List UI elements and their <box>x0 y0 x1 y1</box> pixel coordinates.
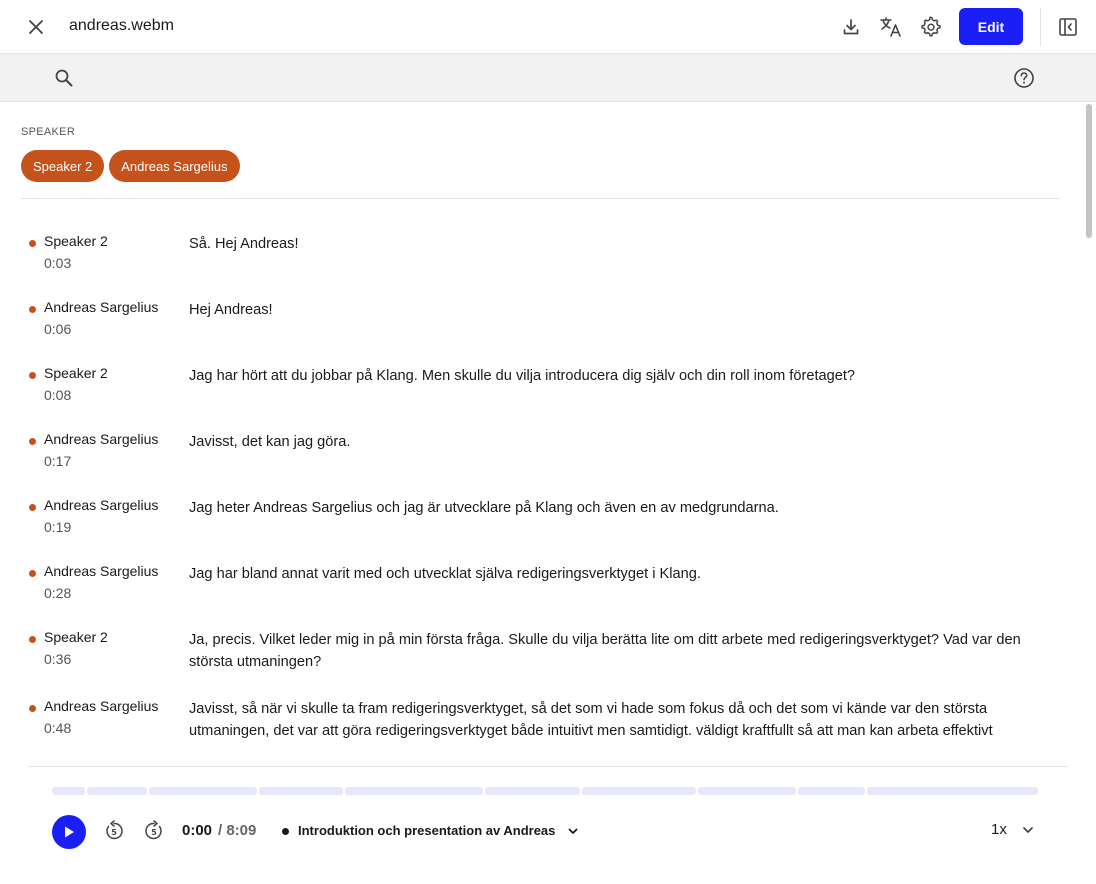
segment-timestamp[interactable]: 0:06 <box>44 321 71 337</box>
search-bar <box>0 54 1096 102</box>
segment-text[interactable]: Jag heter Andreas Sargelius och jag är u… <box>189 497 1064 519</box>
translate-icon[interactable] <box>879 15 903 39</box>
speaker-chip[interactable]: Andreas Sargelius <box>109 150 240 182</box>
timeline-chapter[interactable] <box>87 787 147 795</box>
timeline-chapter[interactable] <box>582 787 696 795</box>
segment-timestamp[interactable]: 0:08 <box>44 387 71 403</box>
segment-timestamp[interactable]: 0:19 <box>44 519 71 535</box>
segment-speaker: Andreas Sargelius <box>44 431 159 447</box>
segment-speaker: Speaker 2 <box>44 233 108 249</box>
transcript-segment: Speaker 2 0:03 Så. Hej Andreas! <box>0 230 1082 296</box>
svg-text:5: 5 <box>111 828 117 837</box>
play-button[interactable] <box>52 815 86 849</box>
play-icon <box>65 826 74 838</box>
rewind-5-icon[interactable]: 5 <box>102 819 126 843</box>
scrollbar-thumb[interactable] <box>1086 104 1092 238</box>
speaker-dot <box>29 438 36 445</box>
timeline-chapter[interactable] <box>149 787 257 795</box>
segment-speaker: Andreas Sargelius <box>44 698 159 714</box>
speaker-dot <box>29 705 36 712</box>
speaker-dot <box>29 504 36 511</box>
timeline-chapter[interactable] <box>345 787 483 795</box>
segment-text[interactable]: Javisst, så när vi skulle ta fram redige… <box>189 698 1064 742</box>
timeline-chapter[interactable] <box>485 787 580 795</box>
close-icon[interactable] <box>24 15 48 39</box>
timeline-chapter[interactable] <box>798 787 865 795</box>
section-divider <box>21 198 1060 199</box>
segment-speaker: Speaker 2 <box>44 365 108 381</box>
chapter-timeline[interactable] <box>52 787 1044 795</box>
gear-icon[interactable] <box>919 15 943 39</box>
speaker-dot <box>29 570 36 577</box>
chapter-selector[interactable]: Introduktion och presentation av Andreas <box>298 823 555 838</box>
segment-text[interactable]: Så. Hej Andreas! <box>189 233 1064 255</box>
transcript-segment: Andreas Sargelius 0:19 Jag heter Andreas… <box>0 494 1082 560</box>
edit-button[interactable]: Edit <box>959 8 1023 45</box>
transcript-panel: SPEAKER Speaker 2 Andreas Sargelius Spea… <box>0 102 1082 760</box>
file-title: andreas.webm <box>69 17 174 34</box>
speaker-dot <box>29 306 36 313</box>
timeline-chapter[interactable] <box>259 787 343 795</box>
toolbar-divider <box>1040 8 1041 46</box>
speaker-dot <box>29 240 36 247</box>
timeline-chapter[interactable] <box>52 787 85 795</box>
transcript-segments: Speaker 2 0:03 Så. Hej Andreas! Andreas … <box>0 230 1082 760</box>
search-icon[interactable] <box>52 66 76 90</box>
segment-text[interactable]: Javisst, det kan jag göra. <box>189 431 1064 453</box>
speaker-dot <box>29 372 36 379</box>
segment-text[interactable]: Ja, precis. Vilket leder mig in på min f… <box>189 629 1064 673</box>
playback-speed[interactable]: 1x <box>991 821 1007 838</box>
segment-timestamp[interactable]: 0:17 <box>44 453 71 469</box>
transcript-segment: Andreas Sargelius 0:28 Jag har bland ann… <box>0 560 1082 626</box>
segment-text[interactable]: Hej Andreas! <box>189 299 1064 321</box>
current-time: 0:00 <box>182 822 213 839</box>
speaker-dot <box>29 636 36 643</box>
segment-speaker: Speaker 2 <box>44 629 108 645</box>
speaker-chips: Speaker 2 Andreas Sargelius <box>21 150 240 182</box>
chevron-down-icon[interactable] <box>565 823 581 839</box>
segment-timestamp[interactable]: 0:36 <box>44 651 71 667</box>
sidebar-toggle-icon[interactable] <box>1056 15 1080 39</box>
segment-text[interactable]: Jag har hört att du jobbar på Klang. Men… <box>189 365 1064 387</box>
transcript-segment: Andreas Sargelius 0:06 Hej Andreas! <box>0 296 1082 362</box>
timeline-chapter[interactable] <box>867 787 1038 795</box>
help-icon[interactable] <box>1012 66 1036 90</box>
segment-timestamp[interactable]: 0:48 <box>44 720 71 736</box>
duration: / 8:09 <box>218 822 257 839</box>
top-bar: andreas.webm Edit <box>0 0 1096 54</box>
transcript-segment: Andreas Sargelius 0:17 Javisst, det kan … <box>0 428 1082 494</box>
download-icon[interactable] <box>839 15 863 39</box>
chevron-down-icon[interactable] <box>1018 820 1038 840</box>
segment-timestamp[interactable]: 0:28 <box>44 585 71 601</box>
audio-player: 5 5 0:00 / 8:09 Introduktion och present… <box>28 766 1068 884</box>
segment-timestamp[interactable]: 0:03 <box>44 255 71 271</box>
speaker-section-label: SPEAKER <box>21 126 76 138</box>
transcript-segment: Speaker 2 0:36 Ja, precis. Vilket leder … <box>0 626 1082 695</box>
speaker-chip[interactable]: Speaker 2 <box>21 150 105 182</box>
timeline-chapter[interactable] <box>698 787 796 795</box>
svg-text:5: 5 <box>151 828 157 837</box>
transcript-segment: Andreas Sargelius 0:48 Javisst, så när v… <box>0 695 1082 760</box>
segment-speaker: Andreas Sargelius <box>44 563 159 579</box>
transcript-segment: Speaker 2 0:08 Jag har hört att du jobba… <box>0 362 1082 428</box>
chapter-dot <box>282 828 289 835</box>
forward-5-icon[interactable]: 5 <box>142 819 166 843</box>
segment-speaker: Andreas Sargelius <box>44 299 159 315</box>
segment-text[interactable]: Jag har bland annat varit med och utveck… <box>189 563 1064 585</box>
segment-speaker: Andreas Sargelius <box>44 497 159 513</box>
